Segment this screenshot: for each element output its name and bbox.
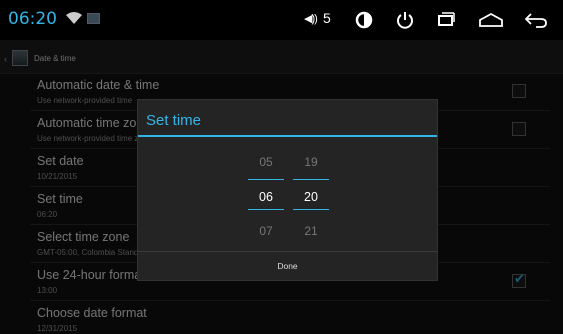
hour-current[interactable]: 06 [248, 190, 284, 204]
volume-level: 5 [323, 10, 331, 26]
hour-selection-line [248, 209, 284, 210]
wifi-icon [66, 12, 82, 24]
clock: 06:20 [8, 9, 57, 29]
back-icon[interactable] [524, 10, 548, 30]
hour-next[interactable]: 07 [248, 224, 284, 238]
done-button[interactable]: Done [138, 252, 437, 281]
minute-current[interactable]: 20 [293, 190, 329, 204]
brightness-icon[interactable] [354, 10, 374, 30]
set-time-dialog: Set time 05 06 07 19 20 21 Done [137, 99, 438, 281]
hour-selection-line [248, 179, 284, 180]
minute-prev[interactable]: 19 [293, 155, 329, 169]
volume-icon: ◀)) [304, 13, 318, 25]
hour-prev[interactable]: 05 [248, 155, 284, 169]
recent-apps-icon[interactable] [436, 10, 456, 30]
screenshot-icon [87, 13, 100, 24]
title-divider [138, 135, 437, 137]
minute-selection-line [293, 209, 329, 210]
minute-selection-line [293, 179, 329, 180]
home-icon[interactable] [478, 10, 504, 30]
power-icon[interactable] [395, 10, 415, 30]
status-bar: 06:20 ◀)) 5 [0, 0, 563, 40]
minute-next[interactable]: 21 [293, 224, 329, 238]
dialog-title: Set time [146, 112, 202, 129]
